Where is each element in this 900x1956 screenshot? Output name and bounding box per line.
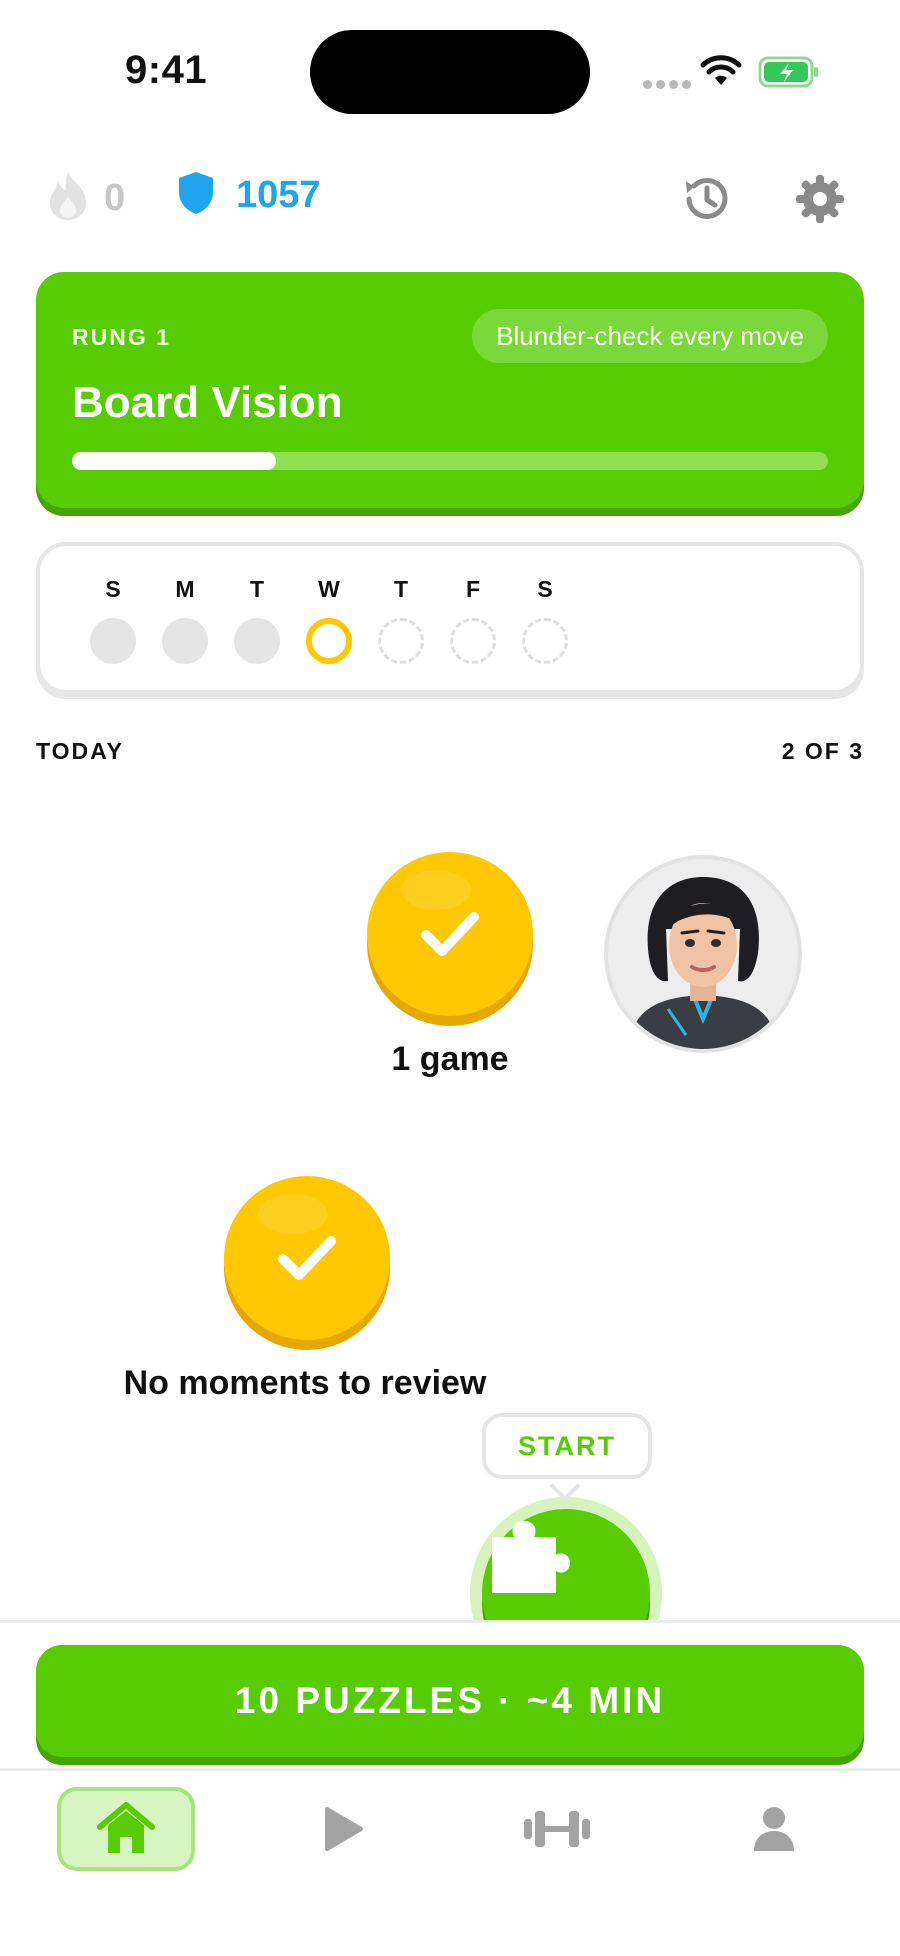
dynamic-island bbox=[310, 30, 590, 114]
status-time: 9:41 bbox=[125, 48, 208, 92]
day-letter: S bbox=[105, 576, 121, 602]
tab-train[interactable] bbox=[488, 1787, 626, 1871]
day-letter: T bbox=[249, 576, 265, 602]
header: 0 1057 bbox=[0, 170, 900, 240]
rating-display[interactable]: 1057 bbox=[176, 170, 321, 221]
day-letter: M bbox=[175, 576, 195, 602]
wifi-icon bbox=[700, 55, 742, 92]
day-thursday: T bbox=[377, 576, 425, 664]
day-letter: S bbox=[537, 576, 553, 602]
history-icon bbox=[680, 177, 732, 229]
path-node-review[interactable] bbox=[224, 1176, 390, 1340]
tab-profile[interactable] bbox=[705, 1787, 843, 1871]
day-friday: F bbox=[449, 576, 497, 664]
battery-icon bbox=[758, 56, 820, 93]
start-bubble[interactable]: START bbox=[482, 1413, 652, 1479]
rating-value: 1057 bbox=[236, 174, 321, 216]
puzzle-icon bbox=[482, 1521, 572, 1603]
history-button[interactable] bbox=[680, 173, 732, 230]
day-dot bbox=[90, 618, 136, 664]
tab-bar bbox=[0, 1768, 900, 1956]
week-tracker: S M T W T F S bbox=[36, 542, 864, 694]
settings-button[interactable] bbox=[794, 173, 846, 230]
path-node-review-label: No moments to review bbox=[123, 1364, 487, 1402]
day-dot-future bbox=[378, 618, 424, 664]
rung-progress-fill bbox=[72, 452, 277, 470]
streak-counter[interactable]: 0 bbox=[46, 170, 125, 227]
day-dot-future bbox=[522, 618, 568, 664]
day-wednesday: W bbox=[305, 576, 353, 664]
rung-title: Board Vision bbox=[72, 378, 343, 427]
cellular-icon bbox=[643, 76, 695, 94]
day-saturday: S bbox=[521, 576, 569, 664]
rung-progress-bar bbox=[72, 452, 828, 470]
day-tuesday: T bbox=[233, 576, 281, 664]
today-progress-count: 2 OF 3 bbox=[781, 738, 864, 764]
today-label: TODAY bbox=[36, 738, 124, 764]
rung-tip-badge: Blunder-check every move bbox=[472, 309, 828, 363]
shield-icon bbox=[176, 170, 216, 221]
day-dot-today bbox=[306, 618, 352, 664]
day-dot bbox=[234, 618, 280, 664]
cta-area: 10 PUZZLES · ~4 MIN bbox=[0, 1620, 900, 1770]
status-bar: 9:41 bbox=[0, 0, 900, 140]
day-letter: F bbox=[465, 576, 481, 602]
rung-card[interactable]: RUNG 1 Blunder-check every move Board Vi… bbox=[36, 272, 864, 508]
coach-avatar[interactable] bbox=[604, 855, 802, 1053]
day-dot-future bbox=[450, 618, 496, 664]
tab-play[interactable] bbox=[274, 1787, 412, 1871]
day-dot bbox=[162, 618, 208, 664]
rung-label: RUNG 1 bbox=[72, 324, 171, 350]
streak-count: 0 bbox=[104, 177, 126, 219]
day-letter: W bbox=[318, 576, 340, 602]
start-puzzles-button[interactable]: 10 PUZZLES · ~4 MIN bbox=[36, 1645, 864, 1757]
path-node-game-label: 1 game bbox=[391, 1040, 509, 1078]
gear-icon bbox=[794, 175, 846, 229]
day-letter: T bbox=[393, 576, 409, 602]
flame-icon bbox=[46, 170, 90, 227]
day-monday: M bbox=[161, 576, 209, 664]
path-node-game[interactable] bbox=[367, 852, 533, 1016]
day-sunday: S bbox=[89, 576, 137, 664]
tab-home[interactable] bbox=[57, 1787, 195, 1871]
